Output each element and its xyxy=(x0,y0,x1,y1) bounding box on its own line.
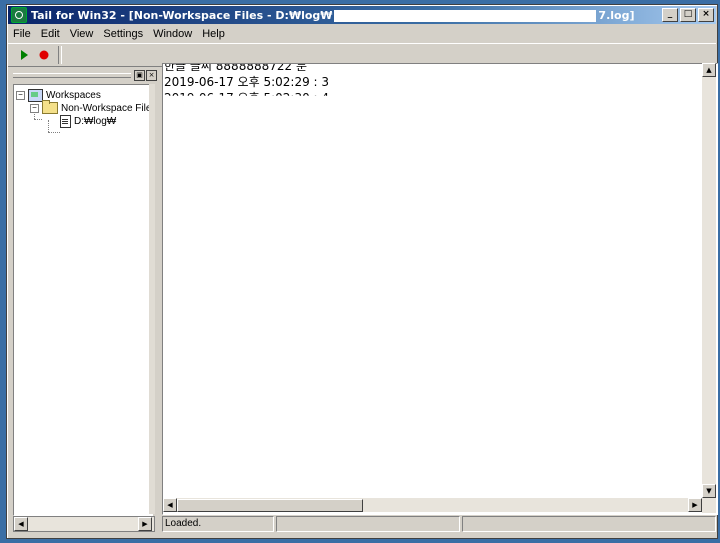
app-window: Tail for Win32 - [Non-Workspace Files - … xyxy=(6,4,718,539)
scroll-right-arrow-icon[interactable]: ▶ xyxy=(138,517,152,531)
collapse-icon[interactable]: − xyxy=(30,103,39,113)
log-view[interactable]: 한글 글씨 8888888722 분 2019-06-17 오후 5:02:29… xyxy=(162,63,718,515)
menu-edit[interactable]: Edit xyxy=(36,28,65,40)
status-cell xyxy=(276,516,460,532)
pane-grip[interactable] xyxy=(13,73,131,78)
tree-label: D:₩log₩ xyxy=(74,116,117,127)
menu-help[interactable]: Help xyxy=(197,28,230,40)
play-icon xyxy=(21,50,28,60)
pane-pin-button[interactable]: ▣ xyxy=(134,70,145,81)
menu-settings[interactable]: Settings xyxy=(98,28,148,40)
minimize-button[interactable]: _ xyxy=(662,8,678,22)
pane-close-button[interactable]: × xyxy=(146,70,157,81)
close-button[interactable]: × xyxy=(698,8,714,22)
file-icon xyxy=(60,115,71,128)
pane-header: ▣ × xyxy=(10,68,158,82)
status-bar: Loaded. xyxy=(162,516,716,533)
caption-buttons: _ □ × xyxy=(662,8,714,22)
stop-button[interactable] xyxy=(36,47,52,63)
start-button[interactable] xyxy=(16,47,32,63)
scroll-down-arrow-icon[interactable]: ▼ xyxy=(702,484,716,498)
tree-label: Workspaces xyxy=(46,90,101,101)
title-bar[interactable]: Tail for Win32 - [Non-Workspace Files - … xyxy=(8,6,716,24)
menu-view[interactable]: View xyxy=(65,28,99,40)
stop-icon xyxy=(39,50,49,60)
tree-connector xyxy=(48,132,60,133)
scroll-up-arrow-icon[interactable]: ▲ xyxy=(702,63,716,77)
scroll-left-arrow-icon[interactable]: ◀ xyxy=(14,517,28,531)
workspace-tree: − Workspaces − Non-Workspace Files D:₩lo… xyxy=(13,84,153,516)
folder-icon xyxy=(42,100,58,114)
menu-bar: File Edit View Settings Window Help xyxy=(8,25,716,42)
scroll-right-arrow-icon[interactable]: ▶ xyxy=(688,498,702,512)
log-line: 2019-06-17 오후 5:02:29 : 3 xyxy=(164,75,330,89)
tree-node-log-file[interactable]: D:₩log₩ xyxy=(60,115,117,128)
toolbar-separator xyxy=(58,46,62,64)
tree-label: Non-Workspace Files xyxy=(61,102,153,114)
scroll-thumb[interactable] xyxy=(177,499,363,512)
tree-vertical-scrollbar[interactable] xyxy=(149,84,155,514)
window-title-suffix: 7.log] xyxy=(598,8,635,22)
window-title: Tail for Win32 - [Non-Workspace Files - … xyxy=(31,9,634,22)
window-title-prefix: Tail for Win32 - [Non-Workspace Files - … xyxy=(31,8,333,22)
tree-connector xyxy=(34,119,42,120)
status-text: Loaded. xyxy=(162,516,274,532)
status-cell xyxy=(462,516,716,532)
tree-node-non-workspace-files[interactable]: − Non-Workspace Files xyxy=(30,100,153,114)
tree-horizontal-scrollbar[interactable]: ◀ ▶ xyxy=(13,516,155,532)
collapse-icon[interactable]: − xyxy=(16,91,25,100)
menu-file[interactable]: File xyxy=(8,28,36,40)
workspace-pane: ▣ × − Workspaces − Non-Workspace Files D… xyxy=(10,68,158,533)
app-icon[interactable] xyxy=(11,7,27,23)
log-horizontal-scrollbar[interactable]: ◀ ▶ xyxy=(163,498,716,512)
tree-connector xyxy=(48,120,49,132)
workspace-icon xyxy=(28,89,43,102)
menu-window[interactable]: Window xyxy=(148,28,197,40)
scroll-left-arrow-icon[interactable]: ◀ xyxy=(163,498,177,512)
redacted-block xyxy=(334,9,597,22)
maximize-button[interactable]: □ xyxy=(680,8,696,22)
tree-node-workspaces[interactable]: − Workspaces xyxy=(16,89,101,102)
log-line: 2019-06-17 오후 5:02:30 : 4 xyxy=(164,91,330,105)
log-vertical-scrollbar[interactable]: ▲ ▼ xyxy=(702,63,716,513)
